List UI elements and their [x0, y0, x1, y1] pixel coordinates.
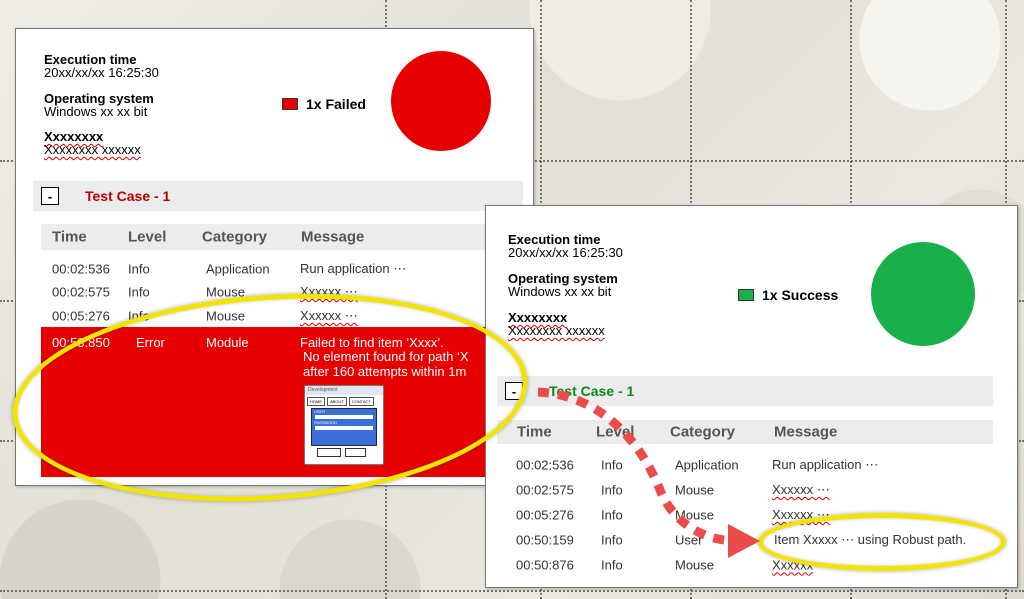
dashed-arrow-line [537, 387, 736, 546]
arrow-head-icon [728, 524, 760, 558]
annotation-arrow [537, 387, 760, 558]
